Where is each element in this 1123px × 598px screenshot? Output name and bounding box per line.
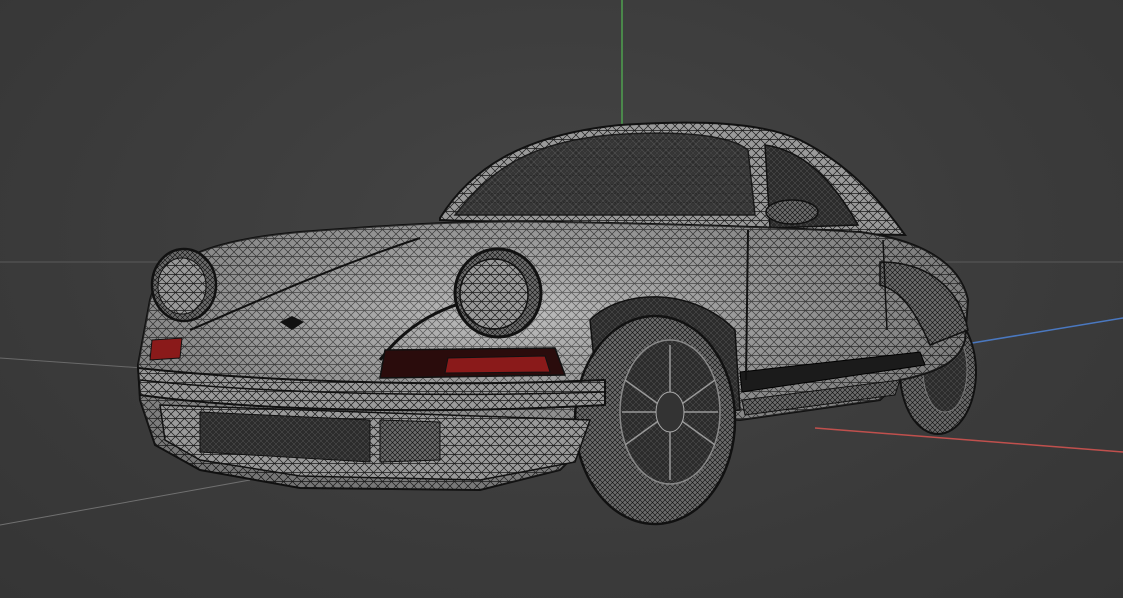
3d-viewport[interactable]: [0, 0, 1123, 598]
x-axis-line: [814, 427, 1123, 453]
z-axis-line: [959, 317, 1123, 346]
car-wireframe-model[interactable]: [136, 121, 977, 526]
left-indicator-light: [149, 337, 183, 361]
side-mirror: [765, 199, 819, 225]
viewport-canvas[interactable]: [0, 0, 1123, 598]
windshield: [453, 132, 756, 216]
